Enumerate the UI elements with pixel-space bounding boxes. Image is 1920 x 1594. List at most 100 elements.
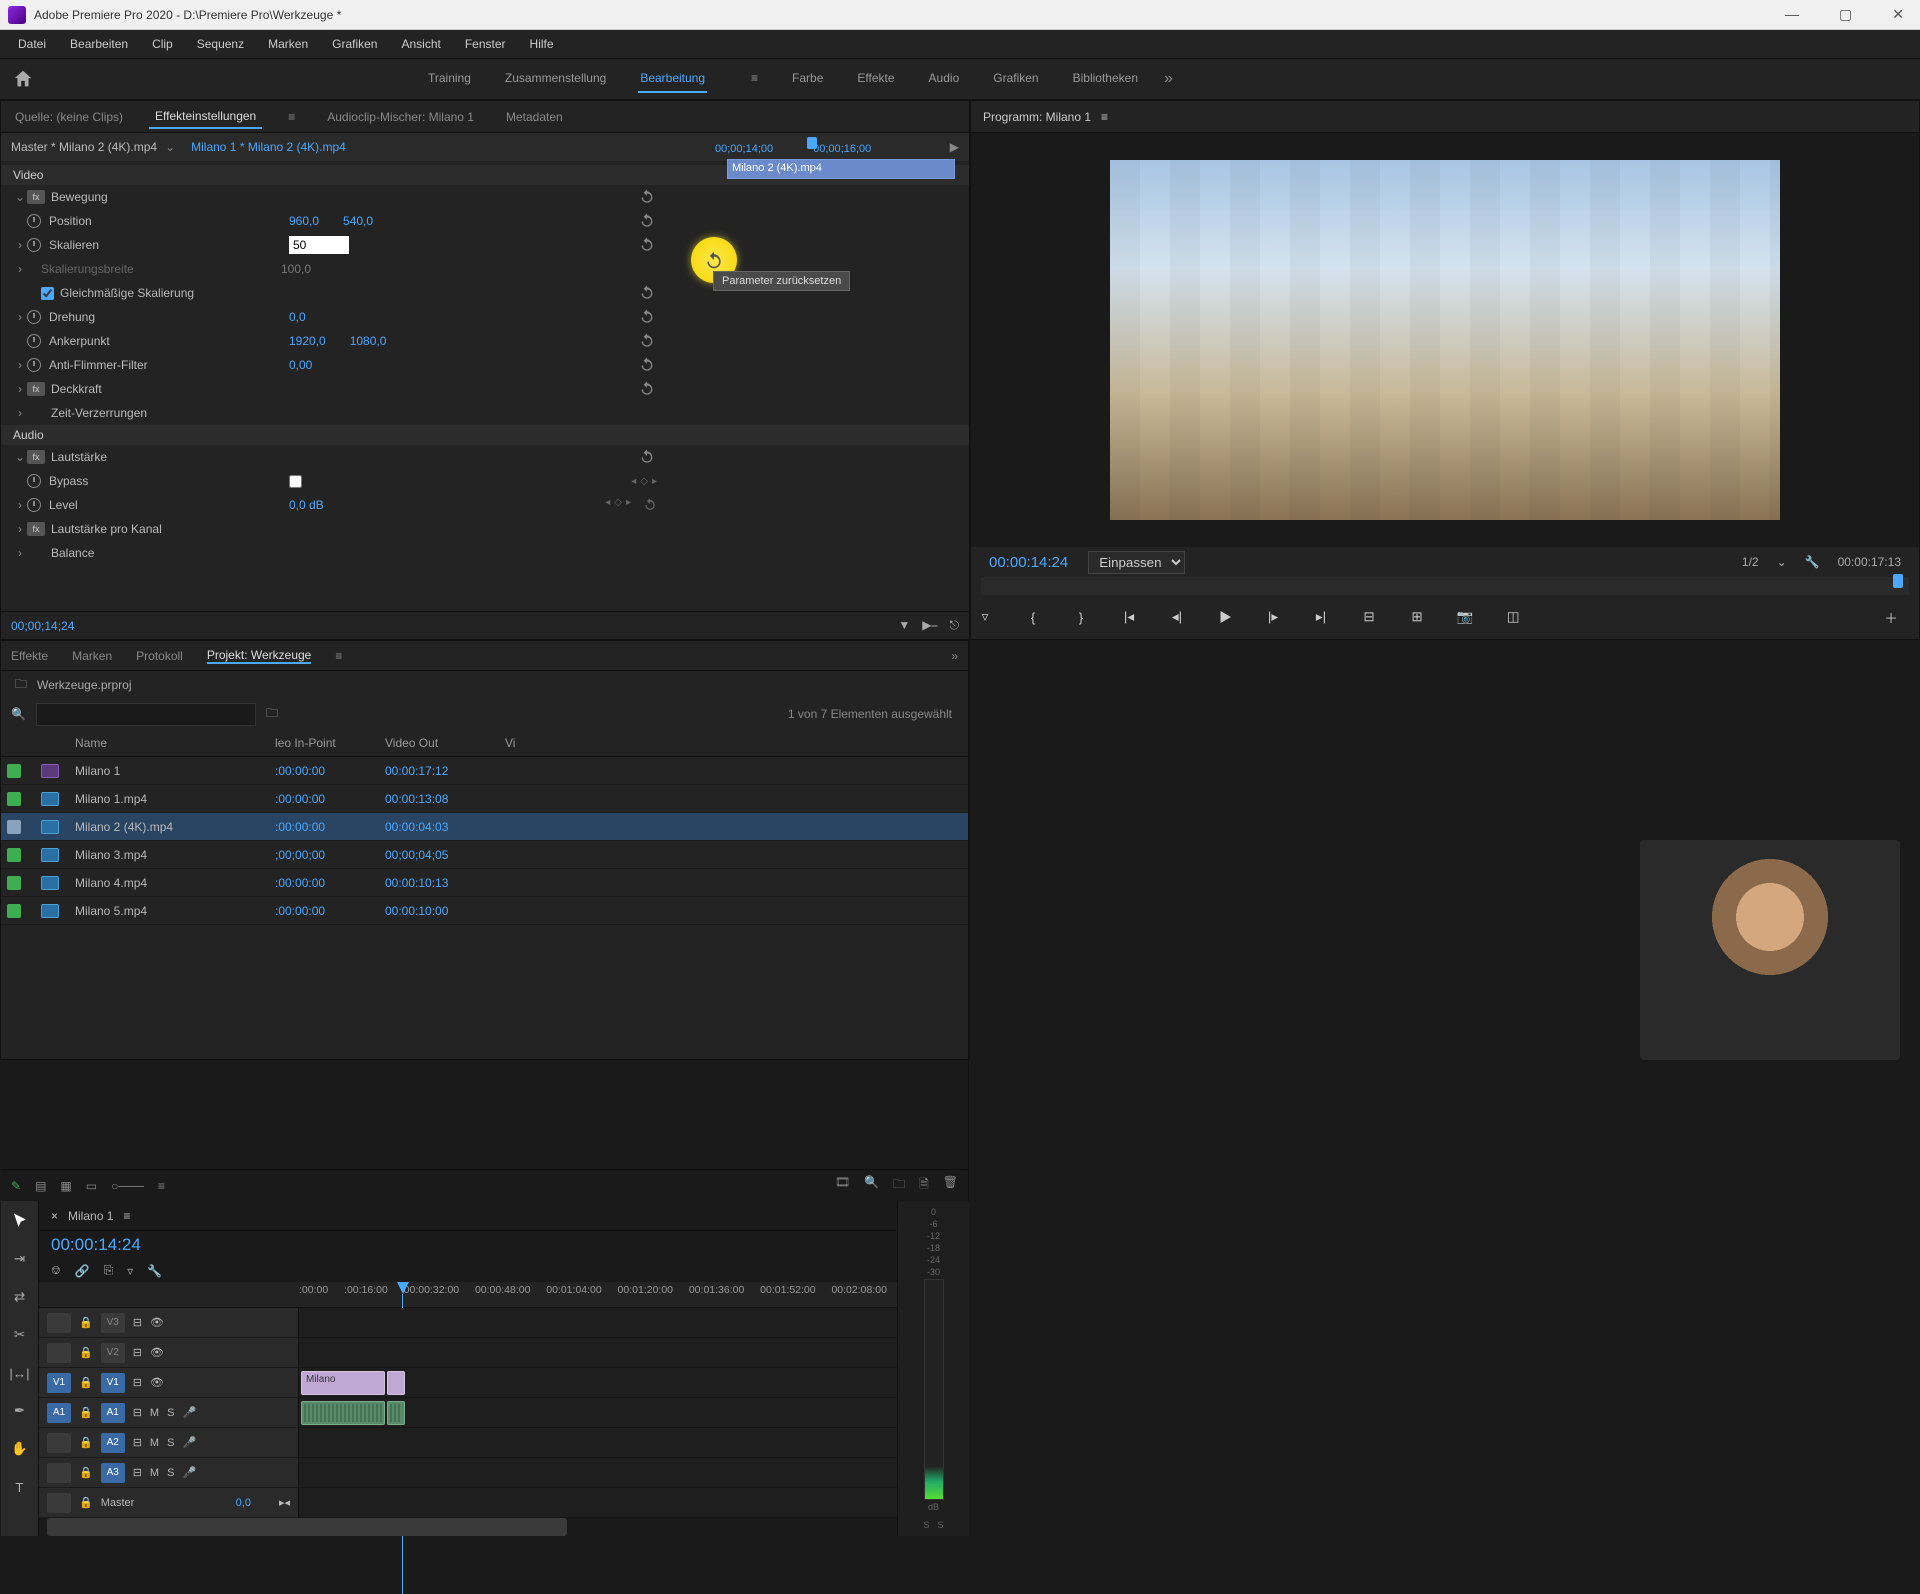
track-select-tool[interactable]: ⇥ xyxy=(8,1247,32,1271)
reset-icon[interactable] xyxy=(639,236,657,254)
marker-icon[interactable]: ▿ xyxy=(127,1264,133,1278)
col-name[interactable]: Name xyxy=(75,736,275,750)
icon-view-icon[interactable]: ▦ xyxy=(60,1179,71,1193)
menu-grafiken[interactable]: Grafiken xyxy=(322,33,387,55)
auto-sequence-icon[interactable]: 🎞 xyxy=(835,1175,850,1196)
prev-keyframe-icon[interactable]: ◂ xyxy=(631,476,636,487)
channel-volume-row[interactable]: › fx Lautstärke pro Kanal xyxy=(1,517,969,541)
lock-icon[interactable]: 🔒 xyxy=(79,1376,93,1389)
chevron-down-icon[interactable]: ⌄ xyxy=(1777,555,1787,569)
home-icon[interactable] xyxy=(12,68,34,90)
step-forward-button[interactable]: |▸ xyxy=(1259,603,1287,631)
tab-markers[interactable]: Marken xyxy=(72,649,112,663)
mark-in-button[interactable]: { xyxy=(1019,603,1047,631)
lock-icon[interactable]: 🔒 xyxy=(79,1436,93,1449)
lock-icon[interactable]: 🔒 xyxy=(79,1466,93,1479)
program-scrub-bar[interactable] xyxy=(981,577,1909,595)
add-marker-button[interactable]: ▿ xyxy=(971,603,999,631)
solo-left[interactable]: S xyxy=(923,1520,929,1530)
tab-metadata[interactable]: Metadaten xyxy=(500,106,569,128)
track-v1[interactable]: V1🔒V1⊟👁 xyxy=(39,1368,298,1398)
program-scale[interactable]: 1/2 xyxy=(1742,555,1759,569)
workspace-training[interactable]: Training xyxy=(426,65,473,93)
go-to-out-button[interactable]: ▸| xyxy=(1307,603,1335,631)
stopwatch-icon[interactable] xyxy=(27,214,41,228)
eye-icon[interactable]: 👁 xyxy=(150,1376,164,1389)
type-tool[interactable]: T xyxy=(8,1475,32,1499)
program-timecode[interactable]: 00:00:14:24 xyxy=(989,554,1068,571)
panel-menu-icon[interactable]: ≡ xyxy=(1101,110,1108,124)
timeline-sequence-name[interactable]: Milano 1 xyxy=(68,1209,113,1223)
solo-icon[interactable]: S xyxy=(167,1437,174,1449)
stopwatch-icon[interactable] xyxy=(27,358,41,372)
twisty-icon[interactable]: › xyxy=(13,382,27,396)
uniform-scale-checkbox[interactable] xyxy=(41,287,54,300)
reset-icon[interactable] xyxy=(639,332,657,350)
video-clip[interactable]: Milano xyxy=(301,1371,385,1395)
lock-icon[interactable]: 🔒 xyxy=(79,1346,93,1359)
next-keyframe-icon[interactable]: ▸ xyxy=(626,497,631,514)
export-frame-icon[interactable]: ⎋ xyxy=(950,618,960,633)
stopwatch-icon[interactable] xyxy=(27,310,41,324)
motion-effect-row[interactable]: ⌄ fx Bewegung xyxy=(1,185,969,209)
minimize-button[interactable]: — xyxy=(1777,2,1807,27)
menu-sequenz[interactable]: Sequenz xyxy=(187,33,254,55)
linked-selection-icon[interactable]: 🔗 xyxy=(75,1264,90,1278)
bypass-checkbox[interactable] xyxy=(289,475,302,488)
workspace-assembly[interactable]: Zusammenstellung xyxy=(503,65,608,93)
menu-fenster[interactable]: Fenster xyxy=(455,33,516,55)
sync-icon[interactable]: ⊟ xyxy=(133,1376,142,1389)
label-swatch[interactable] xyxy=(7,820,21,834)
scrollbar-thumb[interactable] xyxy=(47,1518,567,1536)
tab-project[interactable]: Projekt: Werkzeuge xyxy=(207,648,312,664)
reset-icon[interactable] xyxy=(639,448,657,466)
project-item[interactable]: Milano 1 :00:00:00 00:00:17:12 xyxy=(1,757,968,785)
balance-row[interactable]: › Balance xyxy=(1,541,969,565)
solo-right[interactable]: S xyxy=(938,1520,944,1530)
reset-icon[interactable] xyxy=(639,380,657,398)
extract-button[interactable]: ⊞ xyxy=(1403,603,1431,631)
reset-icon[interactable] xyxy=(639,308,657,326)
solo-icon[interactable]: S xyxy=(167,1407,174,1419)
workspace-libraries[interactable]: Bibliotheken xyxy=(1071,65,1140,93)
button-editor-button[interactable]: ＋ xyxy=(1877,603,1905,631)
panel-menu-icon[interactable]: ≡ xyxy=(123,1209,130,1223)
bin-view-icon[interactable]: 🗀 xyxy=(266,704,278,725)
twisty-icon[interactable]: › xyxy=(13,522,27,536)
play-button[interactable] xyxy=(1211,603,1239,631)
twisty-icon[interactable]: › xyxy=(13,262,27,276)
menu-bearbeiten[interactable]: Bearbeiten xyxy=(60,33,138,55)
rotation-value[interactable]: 0,0 xyxy=(289,310,306,324)
level-value[interactable]: 0,0 dB xyxy=(289,498,324,512)
mic-icon[interactable]: 🎤 xyxy=(182,1406,196,1419)
workspace-overflow-icon[interactable]: » xyxy=(1164,70,1173,88)
position-x[interactable]: 960,0 xyxy=(289,214,319,228)
reset-icon[interactable] xyxy=(639,356,657,374)
opacity-effect-row[interactable]: › fx Deckkraft xyxy=(1,377,969,401)
anchor-x[interactable]: 1920,0 xyxy=(289,334,326,348)
col-vi[interactable]: Vi xyxy=(505,736,545,750)
reset-icon[interactable] xyxy=(643,497,657,514)
compare-button[interactable]: ◫ xyxy=(1499,603,1527,631)
twisty-icon[interactable]: › xyxy=(13,498,27,512)
slip-tool[interactable]: |↔| xyxy=(8,1361,32,1385)
timeline-zoom-scrollbar[interactable] xyxy=(47,1518,889,1536)
fit-select[interactable]: Einpassen xyxy=(1088,551,1185,574)
close-seq-icon[interactable]: × xyxy=(51,1209,58,1223)
eye-icon[interactable]: 👁 xyxy=(150,1316,164,1329)
label-swatch[interactable] xyxy=(7,876,21,890)
hand-tool[interactable]: ✋ xyxy=(8,1437,32,1461)
mic-icon[interactable]: 🎤 xyxy=(182,1466,196,1479)
track-a1[interactable]: A1🔒A1⊟MS🎤 xyxy=(39,1398,298,1428)
bin-icon[interactable]: 🗀 xyxy=(15,675,27,696)
razor-tool[interactable]: ✂ xyxy=(8,1323,32,1347)
stopwatch-icon[interactable] xyxy=(27,498,41,512)
selection-tool[interactable] xyxy=(8,1209,32,1233)
lock-icon[interactable]: 🔒 xyxy=(79,1316,93,1329)
track-a2[interactable]: 🔒A2⊟MS🎤 xyxy=(39,1428,298,1458)
project-item[interactable]: Milano 5.mp4 :00:00:00 00:00:10:00 xyxy=(1,897,968,925)
workspace-effects[interactable]: Effekte xyxy=(855,65,896,93)
workspace-editing[interactable]: Bearbeitung xyxy=(638,65,707,93)
twisty-icon[interactable]: › xyxy=(13,358,27,372)
insert-overwrite-icon[interactable]: ⎘ xyxy=(104,1263,114,1278)
